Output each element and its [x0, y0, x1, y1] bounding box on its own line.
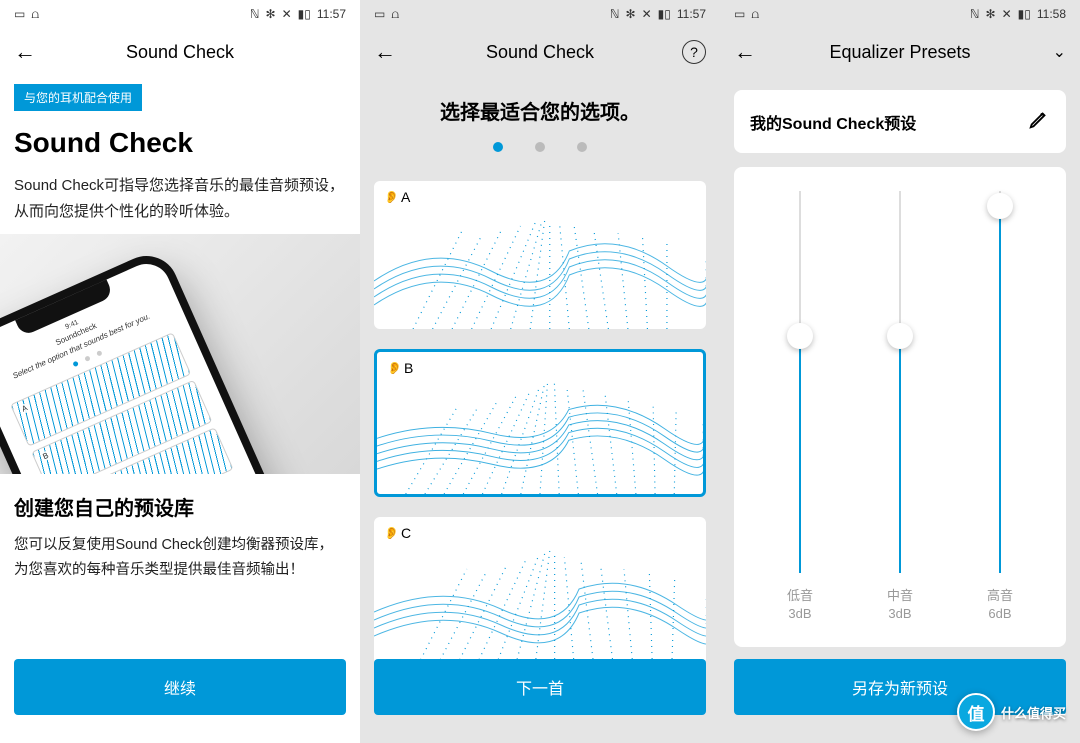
- vibrate-icon: ✕: [642, 8, 652, 20]
- watermark-text: 什么值得买: [1001, 703, 1066, 722]
- ear-icon: 👂: [384, 190, 399, 204]
- clock: 11:57: [677, 7, 706, 21]
- status-bar: ▭ ⩍ ℕ ✻ ✕ ▮▯ 11:57: [360, 0, 720, 28]
- ear-icon: 👂: [384, 526, 399, 540]
- preset-name: 我的Sound Check预设: [750, 110, 916, 134]
- soundwave-graphic: [374, 181, 706, 329]
- header: ← Sound Check: [0, 28, 360, 76]
- bluetooth-icon: ✻: [986, 8, 996, 20]
- step-indicator: [360, 139, 720, 157]
- slider-thumb[interactable]: [787, 323, 813, 349]
- clock: 11:57: [317, 7, 346, 21]
- eq-slider-mid[interactable]: 中音 3dB: [860, 191, 940, 621]
- band-label: 高音: [987, 585, 1013, 604]
- sound-option-a[interactable]: 👂A: [374, 181, 706, 329]
- wifi-icon: ⩍: [31, 8, 39, 20]
- equalizer-panel: 低音 3dB 中音 3dB 高音 6dB: [734, 167, 1066, 647]
- screen-equalizer-presets: ▭ ⩍ ℕ ✻ ✕ ▮▯ 11:58 ← Equalizer Presets ⌄…: [720, 0, 1080, 743]
- nfc-icon: ℕ: [250, 8, 260, 20]
- clock: 11:58: [1037, 7, 1066, 21]
- step-dot-3: [577, 142, 587, 152]
- slider-thumb[interactable]: [987, 193, 1013, 219]
- preset-name-card: 我的Sound Check预设: [734, 90, 1066, 153]
- library-description: 您可以反复使用Sound Check创建均衡器预设库，为您喜欢的每种音乐类型提供…: [14, 533, 346, 582]
- sim-icon: ▭: [14, 8, 25, 20]
- screen-sound-check-intro: ▭ ⩍ ℕ ✻ ✕ ▮▯ 11:57 ← Sound Check 与您的耳机配合…: [0, 0, 360, 743]
- header: ← Sound Check ?: [360, 28, 720, 76]
- library-heading: 创建您自己的预设库: [14, 492, 346, 521]
- page-title[interactable]: Equalizer Presets: [829, 42, 970, 63]
- bluetooth-icon: ✻: [266, 8, 276, 20]
- screen-sound-check-select: ▭ ⩍ ℕ ✻ ✕ ▮▯ 11:57 ← Sound Check ? 选择最适合…: [360, 0, 720, 743]
- battery-icon: ▮▯: [1018, 8, 1031, 20]
- eq-slider-bass[interactable]: 低音 3dB: [760, 191, 840, 621]
- ear-icon: 👂: [387, 361, 402, 375]
- headphone-pairing-badge: 与您的耳机配合使用: [14, 84, 142, 111]
- band-value: 6dB: [988, 606, 1011, 621]
- wifi-icon: ⩍: [751, 8, 759, 20]
- nfc-icon: ℕ: [970, 8, 980, 20]
- pencil-icon: [1028, 108, 1050, 130]
- watermark-badge: 值: [957, 693, 995, 731]
- vibrate-icon: ✕: [282, 8, 292, 20]
- selection-prompt: 选择最适合您的选项。: [374, 96, 706, 125]
- feature-heading: Sound Check: [14, 127, 346, 159]
- battery-icon: ▮▯: [658, 8, 671, 20]
- next-button[interactable]: 下一首: [374, 659, 706, 715]
- step-dot-2: [535, 142, 545, 152]
- vibrate-icon: ✕: [1002, 8, 1012, 20]
- status-bar: ▭ ⩍ ℕ ✻ ✕ ▮▯ 11:58: [720, 0, 1080, 28]
- page-title: Sound Check: [486, 42, 594, 63]
- help-button[interactable]: ?: [682, 40, 706, 64]
- nfc-icon: ℕ: [610, 8, 620, 20]
- chevron-down-icon[interactable]: ⌄: [1053, 42, 1066, 62]
- band-value: 3dB: [888, 606, 911, 621]
- band-label: 中音: [887, 585, 913, 604]
- battery-icon: ▮▯: [298, 8, 311, 20]
- wifi-icon: ⩍: [391, 8, 399, 20]
- soundwave-graphic: [374, 517, 706, 665]
- sim-icon: ▭: [374, 8, 385, 20]
- back-button[interactable]: ←: [14, 39, 36, 65]
- back-button[interactable]: ←: [734, 39, 756, 65]
- band-label: 低音: [787, 585, 813, 604]
- back-button[interactable]: ←: [374, 39, 396, 65]
- edit-button[interactable]: [1028, 108, 1050, 135]
- eq-slider-treble[interactable]: 高音 6dB: [960, 191, 1040, 621]
- feature-description: Sound Check可指导您选择音乐的最佳音频预设，从而向您提供个性化的聆听体…: [14, 173, 346, 224]
- bluetooth-icon: ✻: [626, 8, 636, 20]
- header: ← Equalizer Presets ⌄: [720, 28, 1080, 76]
- band-value: 3dB: [788, 606, 811, 621]
- soundwave-graphic: [377, 352, 703, 494]
- sound-option-c[interactable]: 👂C: [374, 517, 706, 665]
- phone-mockup-image: 9:41 Soundcheck Select the option that s…: [0, 234, 360, 474]
- sim-icon: ▭: [734, 8, 745, 20]
- slider-thumb[interactable]: [887, 323, 913, 349]
- continue-button[interactable]: 继续: [14, 659, 346, 715]
- page-title: Sound Check: [126, 42, 234, 63]
- sound-option-b[interactable]: 👂B: [374, 349, 706, 497]
- watermark: 值 什么值得买: [957, 693, 1066, 731]
- step-dot-1: [493, 142, 503, 152]
- status-bar: ▭ ⩍ ℕ ✻ ✕ ▮▯ 11:57: [0, 0, 360, 28]
